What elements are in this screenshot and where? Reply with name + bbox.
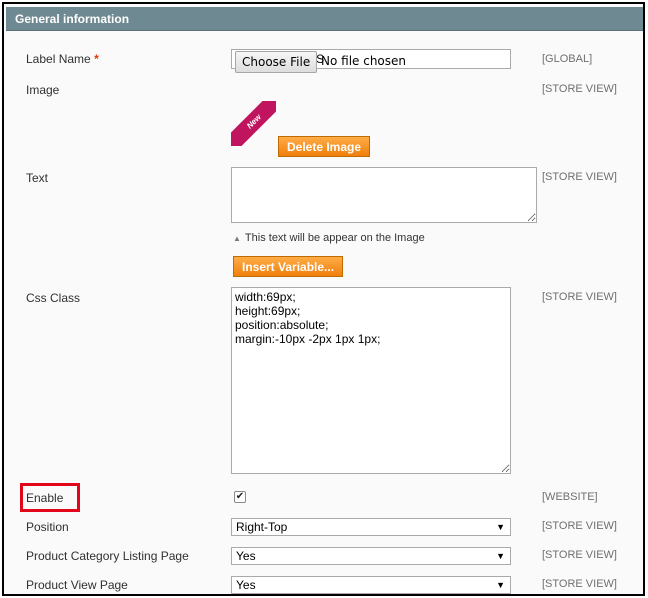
chevron-down-icon: ▼ — [496, 551, 505, 561]
position-scope: [STORE VIEW] — [542, 520, 617, 532]
file-status: No file chosen — [321, 54, 407, 68]
section-header: General information — [6, 7, 643, 31]
product-view-label: Product View Page — [26, 578, 128, 592]
text-note: ▲ This text will be appear on the Image — [233, 232, 425, 244]
css-class-label: Css Class — [26, 291, 81, 305]
ribbon-image: New — [231, 101, 276, 146]
product-view-scope: [STORE VIEW] — [542, 578, 617, 590]
image-label: Image — [26, 83, 60, 97]
label-name-label: Label Name * — [26, 52, 99, 66]
label-name-text: Label Name — [26, 52, 91, 66]
css-class-scope: [STORE VIEW] — [542, 291, 617, 303]
category-listing-value: Yes — [236, 549, 256, 563]
chevron-down-icon: ▼ — [496, 580, 505, 590]
category-listing-label: Product Category Listing Page — [26, 549, 189, 563]
text-scope: [STORE VIEW] — [542, 171, 617, 183]
required-mark: * — [94, 52, 99, 66]
image-scope: [STORE VIEW] — [542, 83, 617, 95]
text-note-label: This text will be appear on the Image — [244, 232, 425, 244]
delete-image-button[interactable]: Delete Image — [278, 136, 371, 157]
position-select[interactable]: Right-Top ▼ — [231, 518, 511, 536]
insert-variable-button[interactable]: Insert Variable... — [233, 256, 344, 277]
ribbon-preview: New — [231, 101, 276, 146]
product-view-select[interactable]: Yes ▼ — [231, 576, 511, 594]
chevron-down-icon: ▼ — [496, 522, 505, 532]
choose-file-button[interactable]: Choose File — [235, 51, 318, 73]
position-value: Right-Top — [236, 520, 288, 534]
enable-checkbox[interactable]: ✔ — [234, 491, 246, 503]
category-listing-scope: [STORE VIEW] — [542, 549, 617, 561]
enable-scope: [WEBSITE] — [542, 491, 598, 503]
category-listing-select[interactable]: Yes ▼ — [231, 547, 511, 565]
form-body: Label Name * [GLOBAL] Image Choose File … — [6, 33, 643, 594]
position-label: Position — [26, 520, 69, 534]
css-class-textarea[interactable]: width:69px; height:69px; position:absolu… — [231, 287, 511, 474]
label-name-scope: [GLOBAL] — [542, 53, 593, 65]
enable-label: Enable — [26, 491, 64, 505]
form-frame: General information Label Name * [GLOBAL… — [2, 2, 645, 596]
text-textarea[interactable] — [231, 167, 537, 223]
text-label: Text — [26, 171, 49, 185]
product-view-value: Yes — [236, 578, 256, 592]
note-arrow-icon: ▲ — [233, 234, 241, 243]
